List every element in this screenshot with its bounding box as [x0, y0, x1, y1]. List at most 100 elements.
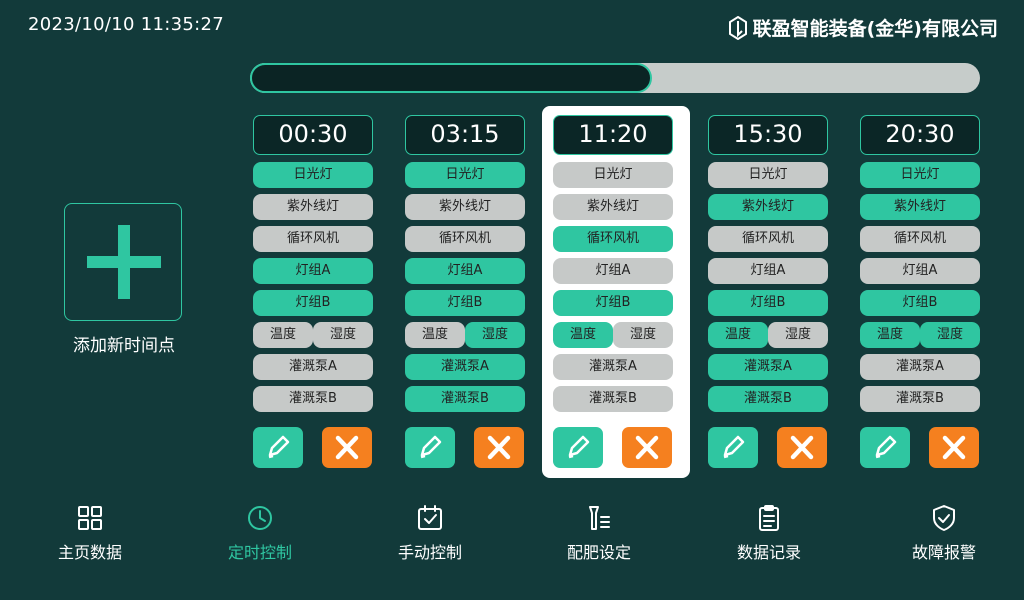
day-progress-fill	[250, 63, 652, 93]
toggle-light-group-a[interactable]: 灯组A	[253, 258, 373, 284]
nav-item[interactable]: 定时控制	[190, 503, 330, 563]
toggle-irrigation-pump-a[interactable]: 灌溉泵A	[253, 354, 373, 380]
edit-button[interactable]	[708, 427, 758, 468]
delete-button[interactable]	[929, 427, 979, 468]
schedule-card[interactable]: 11:20 日光灯紫外线灯循环风机灯组A 灯组B 温度 湿度灌溉泵A 灌溉泵B	[542, 106, 690, 478]
toggle-circulation-fan[interactable]: 循环风机	[553, 226, 673, 252]
toggle-irrigation-pump-b[interactable]: 灌溉泵B	[405, 386, 525, 412]
toggle-light-group-b[interactable]: 灯组B	[405, 290, 525, 316]
toggle-light-group-b[interactable]: 灯组B	[253, 290, 373, 316]
toggle-circulation-fan[interactable]: 循环风机	[405, 226, 525, 252]
toggle-uv-lamp[interactable]: 紫外线灯	[253, 194, 373, 220]
toggle-uv-lamp[interactable]: 紫外线灯	[860, 194, 980, 220]
toggle-temp-humidity: 温度 湿度	[553, 322, 673, 348]
toggle-irrigation-pump-a[interactable]: 灌溉泵A	[860, 354, 980, 380]
grid-icon	[78, 506, 102, 530]
calendar-check-icon	[418, 505, 442, 530]
schedule-time[interactable]: 11:20	[553, 115, 673, 155]
close-icon	[335, 435, 359, 460]
toggle-temp-humidity: 温度 湿度	[860, 322, 980, 348]
edit-button[interactable]	[405, 427, 455, 468]
toggle-humidity[interactable]: 湿度	[613, 322, 673, 348]
schedule-card[interactable]: 03:15 日光灯紫外线灯循环风机灯组A 灯组B 温度 湿度灌溉泵A 灌溉泵B	[394, 106, 542, 478]
clipboard-icon	[759, 505, 779, 531]
toggle-light-group-b[interactable]: 灯组B	[553, 290, 673, 316]
pencil-icon	[268, 435, 290, 459]
toggle-humidity[interactable]: 湿度	[313, 322, 373, 348]
toggle-daylight-lamp[interactable]: 日光灯	[553, 162, 673, 188]
fertilizer-icon	[589, 506, 610, 530]
nav-label: 手动控制	[397, 543, 462, 562]
edit-button[interactable]	[253, 427, 303, 468]
toggle-light-group-a[interactable]: 灯组A	[405, 258, 525, 284]
toggle-irrigation-pump-b[interactable]: 灌溉泵B	[553, 386, 673, 412]
toggle-circulation-fan[interactable]: 循环风机	[708, 226, 828, 252]
nav-item[interactable]: 手动控制	[360, 503, 500, 563]
toggle-irrigation-pump-a[interactable]: 灌溉泵A	[553, 354, 673, 380]
schedule-card[interactable]: 00:30 日光灯紫外线灯循环风机灯组A 灯组B 温度 湿度灌溉泵A 灌溉泵B	[242, 106, 390, 478]
schedule-time[interactable]: 15:30	[708, 115, 828, 155]
toggle-temp-humidity: 温度 湿度	[405, 322, 525, 348]
close-icon	[942, 435, 966, 460]
edit-button[interactable]	[860, 427, 910, 468]
toggle-daylight-lamp[interactable]: 日光灯	[253, 162, 373, 188]
toggle-humidity[interactable]: 湿度	[920, 322, 980, 348]
toggle-light-group-a[interactable]: 灯组A	[860, 258, 980, 284]
nav-item[interactable]: 数据记录	[699, 503, 839, 563]
toggle-circulation-fan[interactable]: 循环风机	[860, 226, 980, 252]
nav-label: 配肥设定	[566, 543, 631, 562]
toggle-light-group-a[interactable]: 灯组A	[553, 258, 673, 284]
toggle-daylight-lamp[interactable]: 日光灯	[708, 162, 828, 188]
edit-button[interactable]	[553, 427, 603, 468]
delete-button[interactable]	[777, 427, 827, 468]
brand-title: 联盈智能装备(金华)有限公司	[728, 14, 998, 41]
toggle-light-group-b[interactable]: 灯组B	[708, 290, 828, 316]
toggle-temperature[interactable]: 温度	[553, 322, 613, 348]
toggle-temp-humidity: 温度 湿度	[708, 322, 828, 348]
nav-item[interactable]: 故障报警	[874, 503, 1014, 563]
toggle-irrigation-pump-b[interactable]: 灌溉泵B	[860, 386, 980, 412]
toggle-irrigation-pump-b[interactable]: 灌溉泵B	[253, 386, 373, 412]
toggle-light-group-a[interactable]: 灯组A	[708, 258, 828, 284]
schedule-card[interactable]: 15:30 日光灯紫外线灯循环风机灯组A 灯组B 温度 湿度灌溉泵A 灌溉泵B	[697, 106, 845, 478]
nav-label: 数据记录	[736, 543, 801, 562]
toggle-irrigation-pump-a[interactable]: 灌溉泵A	[405, 354, 525, 380]
nav-label: 主页数据	[57, 543, 122, 562]
toggle-daylight-lamp[interactable]: 日光灯	[405, 162, 525, 188]
nav-label: 定时控制	[227, 543, 292, 562]
toggle-humidity[interactable]: 湿度	[465, 322, 525, 348]
toggle-uv-lamp[interactable]: 紫外线灯	[708, 194, 828, 220]
close-icon	[790, 435, 814, 460]
brand-name: 联盈智能装备(金华)有限公司	[752, 18, 998, 40]
close-icon	[635, 435, 659, 460]
delete-button[interactable]	[474, 427, 524, 468]
nav-item[interactable]: 配肥设定	[529, 503, 669, 563]
toggle-temperature[interactable]: 温度	[708, 322, 768, 348]
pencil-icon	[723, 435, 745, 459]
close-icon	[487, 435, 511, 460]
toggle-light-group-b[interactable]: 灯组B	[860, 290, 980, 316]
toggle-uv-lamp[interactable]: 紫外线灯	[553, 194, 673, 220]
toggle-temp-humidity: 温度 湿度	[253, 322, 373, 348]
schedule-time[interactable]: 03:15	[405, 115, 525, 155]
toggle-daylight-lamp[interactable]: 日光灯	[860, 162, 980, 188]
nav-item[interactable]: 主页数据	[20, 503, 160, 563]
delete-button[interactable]	[622, 427, 672, 468]
datetime-display: 2023/10/10 11:35:27	[28, 14, 225, 35]
toggle-temperature[interactable]: 温度	[860, 322, 920, 348]
schedule-time[interactable]: 20:30	[860, 115, 980, 155]
schedule-time[interactable]: 00:30	[253, 115, 373, 155]
toggle-temperature[interactable]: 温度	[253, 322, 313, 348]
delete-button[interactable]	[322, 427, 372, 468]
toggle-humidity[interactable]: 湿度	[768, 322, 828, 348]
add-time-point-label: 添加新时间点	[73, 336, 175, 356]
pencil-icon	[420, 435, 442, 459]
toggle-uv-lamp[interactable]: 紫外线灯	[405, 194, 525, 220]
toggle-temperature[interactable]: 温度	[405, 322, 465, 348]
pencil-icon	[875, 435, 897, 459]
toggle-irrigation-pump-a[interactable]: 灌溉泵A	[708, 354, 828, 380]
schedule-card[interactable]: 20:30 日光灯紫外线灯循环风机灯组A 灯组B 温度 湿度灌溉泵A 灌溉泵B	[849, 106, 997, 478]
add-time-point-button[interactable]	[64, 203, 182, 321]
toggle-irrigation-pump-b[interactable]: 灌溉泵B	[708, 386, 828, 412]
toggle-circulation-fan[interactable]: 循环风机	[253, 226, 373, 252]
